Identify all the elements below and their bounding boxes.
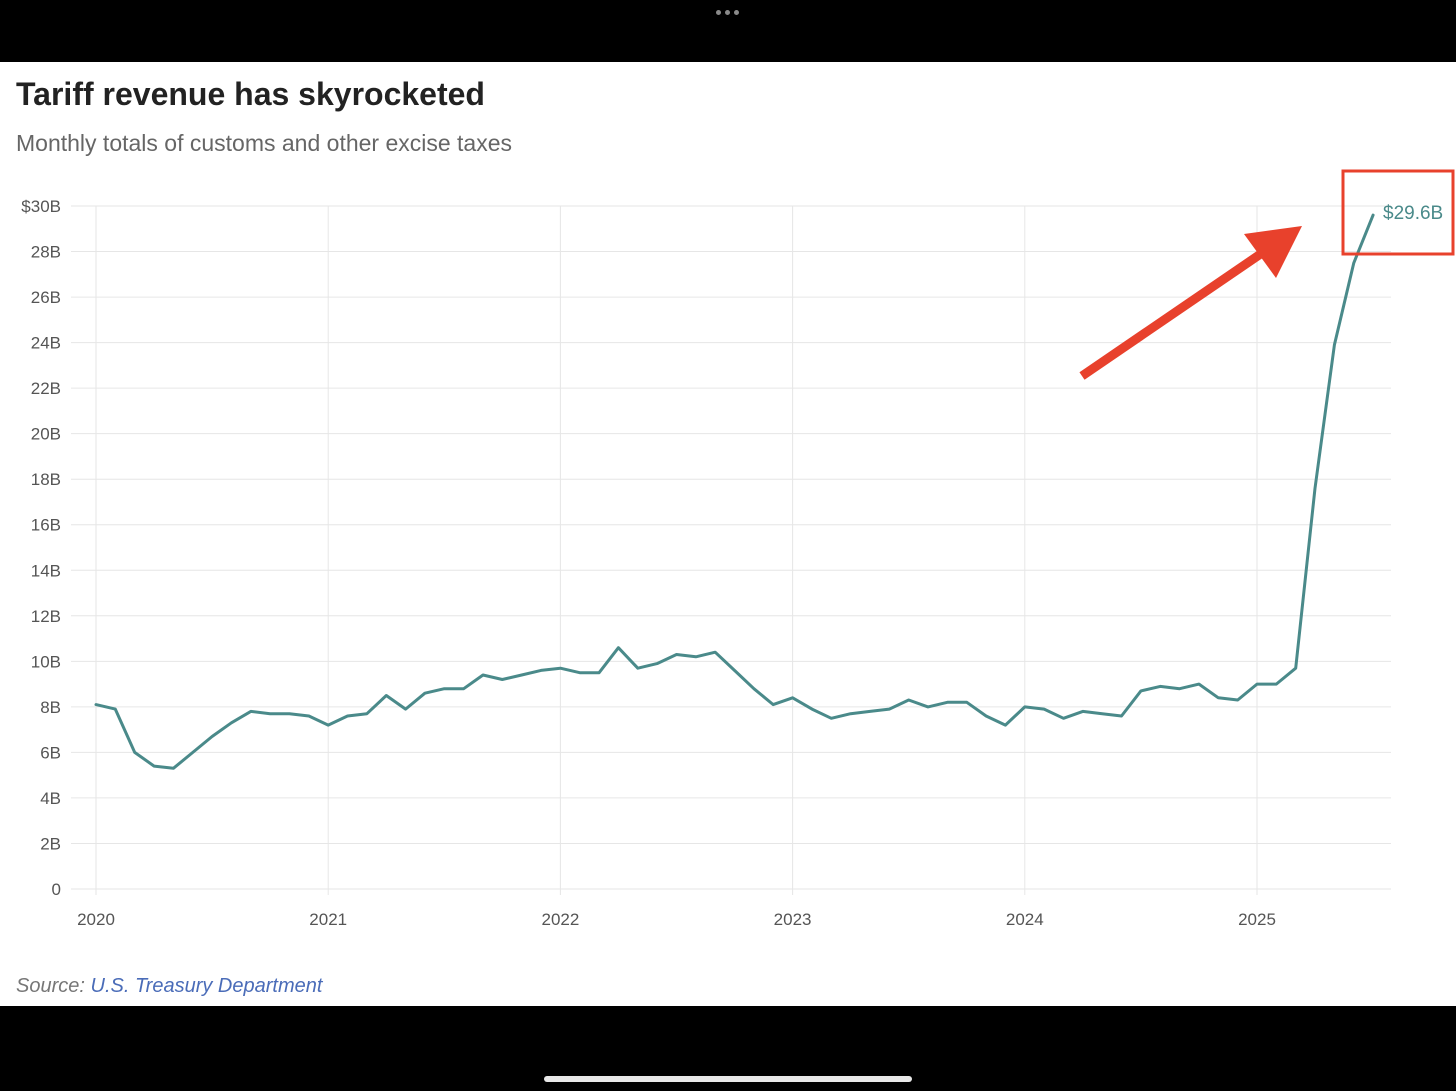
line-chart: 0 2B 4B 6B 8B 10B 12B 14B 16B 18B 20B 22B 24B 26B 28B $…: [21, 169, 1455, 929]
revenue-line: [94, 213, 1375, 770]
y-tick-label: 14B: [31, 561, 61, 580]
y-tick-label: 18B: [31, 470, 61, 489]
y-tick-label: 20B: [31, 425, 61, 444]
y-tick-label: 0: [52, 880, 61, 899]
x-tick-label: 2023: [774, 910, 812, 929]
y-tick-label: 24B: [31, 334, 61, 353]
latest-value-label: $29.6B: [1383, 203, 1443, 224]
y-tick-label: 28B: [31, 243, 61, 262]
y-tick-label: $30B: [21, 197, 61, 216]
x-tick-label: 2024: [1006, 910, 1044, 929]
y-tick-label: 16B: [31, 516, 61, 535]
y-tick-label: 6B: [40, 743, 61, 762]
y-tick-label: 8B: [40, 698, 61, 717]
y-tick-label: 22B: [31, 379, 61, 398]
x-tick-label: 2020: [77, 910, 115, 929]
y-tick-label: 10B: [31, 652, 61, 671]
x-tick-label: 2025: [1238, 910, 1276, 929]
y-tick-label: 12B: [31, 607, 61, 626]
x-tick-label: 2022: [541, 910, 579, 929]
arrow-icon-shaft: [1079, 249, 1265, 380]
home-indicator[interactable]: [544, 1076, 912, 1082]
x-tick-label: 2021: [309, 910, 347, 929]
y-tick-label: 2B: [40, 834, 61, 853]
y-tick-label: 4B: [40, 789, 61, 808]
y-tick-label: 26B: [31, 288, 61, 307]
